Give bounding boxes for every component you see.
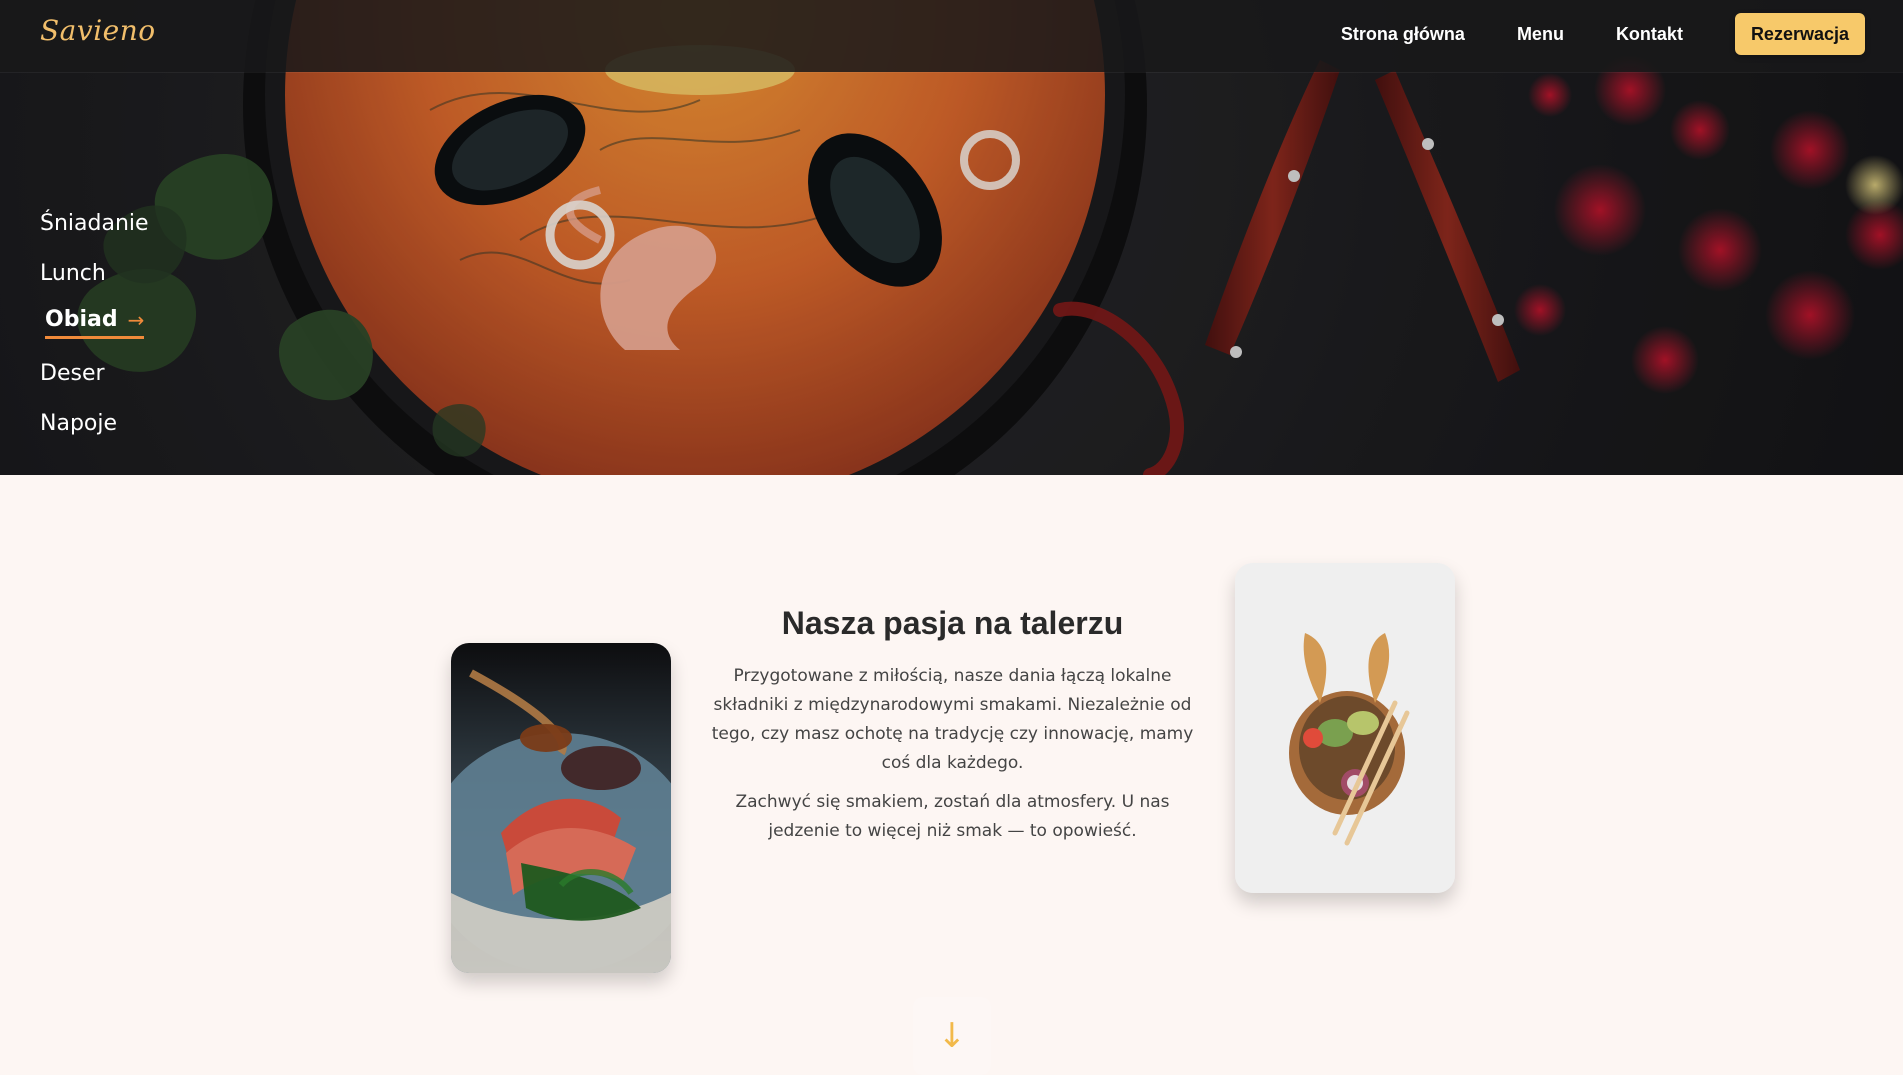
main-nav: Strona główna Menu Kontakt Rezerwacja xyxy=(1341,12,1865,56)
category-item-dinner[interactable]: Obiad → xyxy=(40,298,300,348)
brand-logo[interactable]: Savieno xyxy=(40,14,156,47)
section-title: Nasza pasja na talerzu xyxy=(781,605,1124,641)
hero-section: Savieno Strona główna Menu Kontakt Rezer… xyxy=(0,0,1903,475)
category-item-dinner-label: Obiad xyxy=(45,307,118,332)
category-item-drinks[interactable]: Napoje xyxy=(40,398,300,448)
down-arrow-icon[interactable]: ↓ xyxy=(913,997,991,1075)
intro-paragraph-1: Przygotowane z miłością, nasze dania łąc… xyxy=(711,666,1194,773)
active-category-underline: Obiad → xyxy=(45,307,145,339)
category-item-lunch[interactable]: Lunch xyxy=(40,248,300,298)
poke-bowl-image xyxy=(1235,563,1455,893)
nav-home-link[interactable]: Strona główna xyxy=(1341,24,1465,45)
nav-contact-link[interactable]: Kontakt xyxy=(1616,24,1683,45)
tuna-dish-image xyxy=(451,643,671,973)
reservation-button[interactable]: Rezerwacja xyxy=(1734,13,1865,55)
arrow-right-icon: → xyxy=(127,307,145,332)
category-item-dessert[interactable]: Deser xyxy=(40,348,300,398)
nav-menu-link[interactable]: Menu xyxy=(1517,24,1564,45)
meal-category-menu: Śniadanie Lunch Obiad → Deser Napoje xyxy=(40,198,300,448)
intro-text-block: Nasza pasja na talerzu Przygotowane z mi… xyxy=(705,605,1200,856)
dish-photo-right xyxy=(1235,563,1455,893)
top-navigation-bar: Savieno Strona główna Menu Kontakt Rezer… xyxy=(0,0,1903,72)
intro-paragraph-2: Zachwyć się smakiem, zostań dla atmosfer… xyxy=(735,792,1170,841)
dish-photo-left xyxy=(451,643,671,973)
category-item-breakfast[interactable]: Śniadanie xyxy=(40,198,300,248)
intro-section: Nasza pasja na talerzu Przygotowane z mi… xyxy=(0,475,1903,1075)
